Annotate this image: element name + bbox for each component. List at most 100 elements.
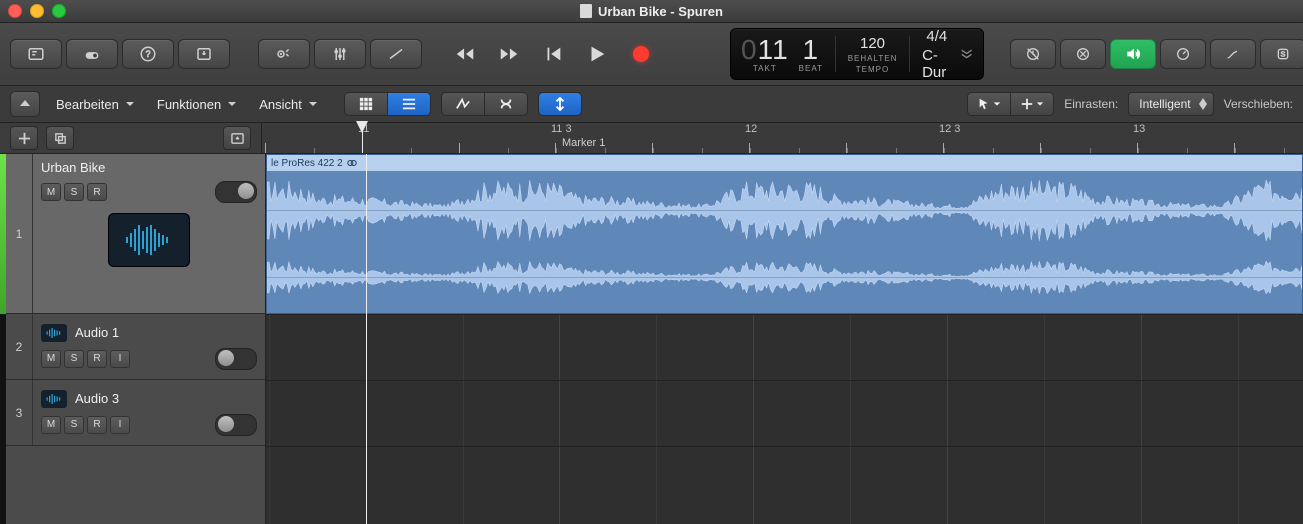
count-in-button[interactable] [1010, 39, 1056, 69]
arrange-area: 1 Urban Bike M S R [0, 154, 1303, 524]
lcd-tempo-value: 120 [860, 35, 885, 52]
track-lane[interactable] [266, 314, 1303, 381]
track-freeze-toggle[interactable] [215, 348, 257, 370]
track-index: 1 [6, 154, 33, 313]
duplicate-track-button[interactable] [46, 126, 74, 150]
tool-automation-button[interactable] [442, 93, 485, 115]
track-name[interactable]: Urban Bike [41, 160, 105, 175]
tool-flex-button[interactable] [485, 93, 527, 115]
track-lane[interactable] [266, 380, 1303, 447]
audio-region[interactable]: le ProRes 422 2 [266, 154, 1303, 314]
input-monitor-button[interactable]: I [110, 416, 130, 434]
view-mode-segmented [344, 92, 431, 116]
track-thumbnail[interactable] [41, 324, 67, 342]
window-titlebar: Urban Bike - Spuren [0, 0, 1303, 23]
window-maximize[interactable] [52, 4, 66, 18]
help-button[interactable]: ? [122, 39, 174, 69]
track-lane[interactable]: le ProRes 422 2 [266, 154, 1303, 315]
input-monitor-button[interactable]: I [110, 350, 130, 368]
track-freeze-toggle[interactable] [215, 181, 257, 203]
tool-catch-button[interactable] [539, 93, 581, 115]
track-thumbnail[interactable] [41, 390, 67, 408]
menu-functions[interactable]: Funktionen [151, 97, 243, 112]
mute-button[interactable]: M [41, 183, 61, 201]
global-tracks-button[interactable] [223, 126, 251, 150]
snap-value: Intelligent [1139, 97, 1190, 111]
mute-button[interactable]: M [41, 416, 61, 434]
metronome-button[interactable] [1060, 39, 1106, 69]
track-msr-controls: M S R I [41, 350, 130, 368]
master-volume-button[interactable] [1110, 39, 1156, 69]
chevron-down-icon [1199, 104, 1207, 110]
menu-edit-label: Bearbeiten [56, 97, 119, 112]
track-row[interactable]: 2 Audio 1 M S R I [0, 314, 265, 380]
inspector-button[interactable] [66, 39, 118, 69]
track-name[interactable]: Audio 3 [75, 391, 119, 406]
menu-edit[interactable]: Bearbeiten [50, 97, 141, 112]
record-enable-button[interactable]: R [87, 350, 107, 368]
playhead[interactable] [362, 123, 363, 153]
editor-toolbar: Bearbeiten Funktionen Ansicht Einrasten:… [0, 86, 1303, 123]
document-icon [580, 4, 592, 18]
ruler-label: 13 [1133, 123, 1145, 135]
automation-button[interactable] [370, 39, 422, 69]
track-freeze-toggle[interactable] [215, 414, 257, 436]
go-to-start-button[interactable] [540, 41, 566, 67]
solo-button[interactable]: S [64, 416, 84, 434]
track-msr-controls: M S R [41, 183, 107, 201]
record-button[interactable] [628, 41, 654, 67]
lcd-position-main: 11 [758, 34, 789, 65]
edit-tool-button[interactable] [1210, 39, 1256, 69]
timeline-ruler[interactable]: 1111 31212 313Marker 1 [262, 123, 1303, 153]
view-list-button[interactable] [388, 93, 430, 115]
solo-button[interactable]: S [64, 350, 84, 368]
window-minimize[interactable] [30, 4, 44, 18]
snap-label: Einrasten: [1064, 97, 1118, 111]
view-grid-button[interactable] [345, 93, 388, 115]
mixer-button[interactable] [314, 39, 366, 69]
ruler-label: 12 3 [939, 123, 960, 135]
tracklist-header: 1111 31212 313Marker 1 [0, 123, 1303, 154]
svg-text:S: S [1280, 50, 1285, 59]
mute-button[interactable]: M [41, 350, 61, 368]
menu-view[interactable]: Ansicht [253, 97, 324, 112]
lcd-tempo-mode: Behalten [848, 54, 898, 63]
add-tool-button[interactable] [1011, 93, 1053, 115]
track-row[interactable]: 3 Audio 3 M S R I [0, 380, 265, 446]
hierarchy-up-button[interactable] [10, 91, 40, 117]
playhead-line[interactable] [366, 154, 367, 524]
track-thumbnail[interactable] [108, 213, 190, 267]
rewind-button[interactable] [452, 41, 478, 67]
metronome-settings-button[interactable] [258, 39, 310, 69]
solo-button[interactable]: S [64, 183, 84, 201]
lcd-display[interactable]: 011 Takt 1 Beat 120 Behalten Tempo 4/4 C… [730, 28, 984, 80]
record-enable-button[interactable]: R [87, 183, 107, 201]
library-button[interactable] [10, 39, 62, 69]
play-button[interactable] [584, 41, 610, 67]
track-index: 3 [6, 380, 33, 445]
lcd-expand-icon[interactable] [960, 46, 973, 62]
add-track-button[interactable] [10, 126, 38, 150]
menu-view-label: Ansicht [259, 97, 302, 112]
track-name[interactable]: Audio 1 [75, 325, 119, 340]
track-row[interactable]: 1 Urban Bike M S R [0, 154, 265, 314]
tool-catch-segmented [538, 92, 582, 116]
snap-select[interactable]: Intelligent [1128, 92, 1213, 116]
lcd-position-beat: 1 [803, 36, 820, 64]
cycle-button[interactable] [672, 41, 698, 67]
track-index: 2 [6, 314, 33, 379]
move-label: Verschieben: [1224, 97, 1293, 111]
tuner-button[interactable] [1160, 39, 1206, 69]
forward-button[interactable] [496, 41, 522, 67]
timeline-lanes[interactable]: le ProRes 422 2 [266, 154, 1303, 524]
ruler-marker[interactable]: Marker 1 [562, 137, 605, 149]
main-toolbar: ? 011 Takt 1 Beat 1 [0, 23, 1303, 86]
chevron-down-icon [308, 99, 318, 109]
ruler-label: 11 3 [551, 123, 572, 135]
toolbar-download-button[interactable] [178, 39, 230, 69]
lcd-position-lead: 0 [741, 34, 758, 65]
pointer-tool-button[interactable] [968, 93, 1011, 115]
window-close[interactable] [8, 4, 22, 18]
solo-button[interactable]: S [1260, 39, 1303, 69]
record-enable-button[interactable]: R [87, 416, 107, 434]
